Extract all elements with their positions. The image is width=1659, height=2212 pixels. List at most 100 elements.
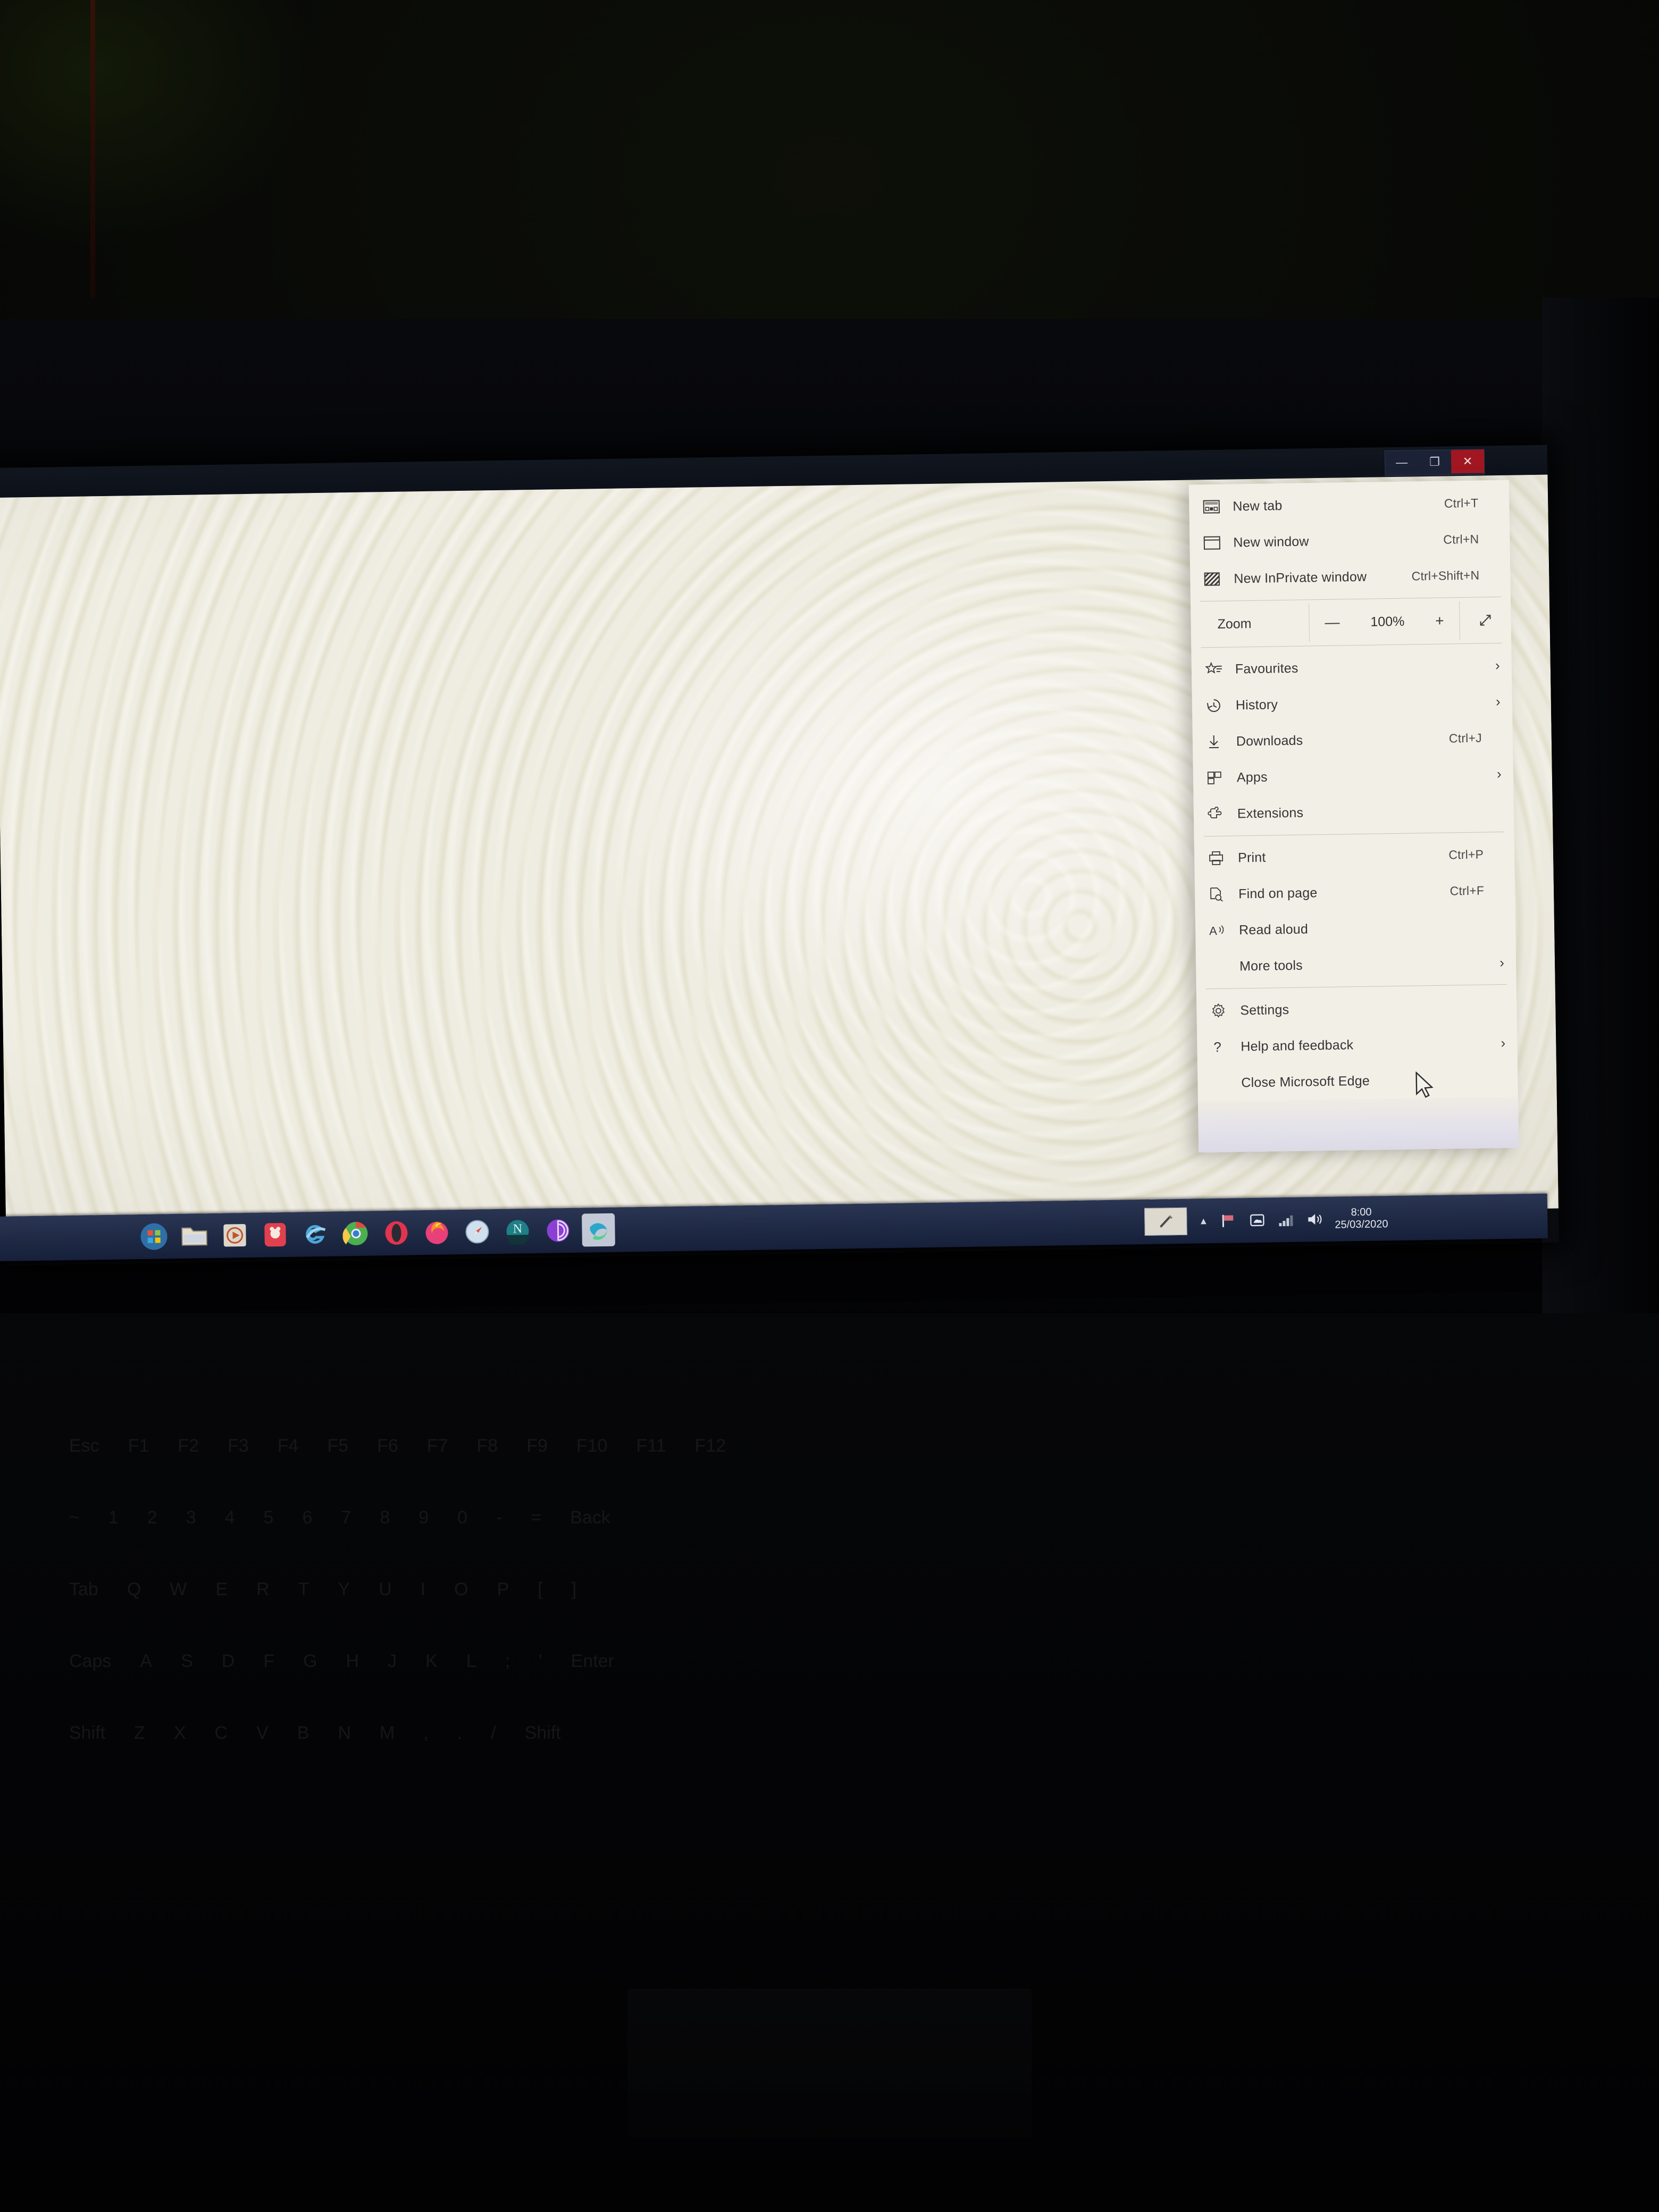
menu-item-downloads[interactable]: Downloads Ctrl+J xyxy=(1192,719,1513,760)
key[interactable]: 4 xyxy=(225,1507,235,1528)
key[interactable]: Z xyxy=(134,1723,145,1744)
menu-item-print[interactable]: Print Ctrl+P xyxy=(1194,836,1515,877)
key[interactable]: Esc xyxy=(69,1436,99,1456)
key[interactable]: T xyxy=(298,1579,309,1600)
key[interactable]: V xyxy=(256,1723,269,1744)
menu-item-history[interactable]: History › xyxy=(1192,683,1512,724)
key[interactable]: 9 xyxy=(418,1507,429,1528)
key[interactable]: H xyxy=(346,1651,359,1672)
key[interactable]: Caps xyxy=(69,1651,111,1672)
key[interactable]: Q xyxy=(127,1579,141,1600)
key[interactable]: F1 xyxy=(128,1436,149,1456)
key[interactable]: M xyxy=(380,1723,395,1744)
key[interactable]: F4 xyxy=(278,1436,299,1456)
key[interactable]: ~ xyxy=(69,1507,80,1528)
key[interactable]: S xyxy=(181,1651,193,1672)
taskbar-item-microsoft-edge[interactable] xyxy=(582,1213,615,1247)
key[interactable]: O xyxy=(454,1579,468,1600)
key[interactable]: ' xyxy=(539,1651,542,1672)
key[interactable]: 5 xyxy=(264,1507,274,1528)
key[interactable]: 0 xyxy=(457,1507,467,1528)
taskbar-item-chrome[interactable] xyxy=(339,1217,373,1250)
key[interactable]: / xyxy=(491,1723,496,1744)
maximize-button[interactable]: ❐ xyxy=(1418,450,1452,474)
menu-item-close-microsoft-edge[interactable]: Close Microsoft Edge xyxy=(1197,1061,1518,1102)
taskbar-item-firefox[interactable] xyxy=(420,1216,454,1249)
key[interactable]: K xyxy=(425,1651,438,1672)
key[interactable]: P xyxy=(497,1579,509,1600)
taskbar-item-internet-explorer[interactable] xyxy=(299,1218,332,1251)
key[interactable]: ] xyxy=(572,1579,576,1600)
key[interactable]: F7 xyxy=(427,1436,448,1456)
key[interactable]: Shift xyxy=(69,1723,105,1744)
taskbar-clock[interactable]: 8:00 25/03/2020 xyxy=(1335,1206,1388,1231)
key[interactable]: 2 xyxy=(147,1507,157,1528)
key[interactable]: Shift xyxy=(525,1723,561,1744)
key[interactable]: U xyxy=(379,1579,392,1600)
key[interactable]: = xyxy=(531,1507,541,1528)
key[interactable]: F8 xyxy=(477,1436,498,1456)
taskbar-item-netscape[interactable]: N xyxy=(501,1214,534,1248)
key[interactable]: Back xyxy=(570,1507,610,1528)
key[interactable]: N xyxy=(338,1723,351,1744)
key[interactable]: J xyxy=(388,1651,397,1672)
trackpad[interactable] xyxy=(627,1989,1032,2138)
menu-item-new-tab[interactable]: New tab Ctrl+T xyxy=(1189,484,1510,525)
fullscreen-button[interactable] xyxy=(1459,600,1512,640)
key[interactable]: F2 xyxy=(178,1436,199,1456)
show-hidden-icons-button[interactable]: ▲ xyxy=(1199,1216,1208,1227)
key[interactable]: 3 xyxy=(186,1507,196,1528)
onedrive-icon[interactable] xyxy=(1249,1212,1266,1228)
key[interactable]: F12 xyxy=(695,1436,726,1456)
menu-item-new-window[interactable]: New window Ctrl+N xyxy=(1189,521,1510,562)
taskbar-item-opera[interactable] xyxy=(380,1216,413,1250)
key[interactable]: Y xyxy=(338,1579,350,1600)
menu-item-extensions[interactable]: Extensions xyxy=(1193,792,1514,833)
key[interactable]: , xyxy=(423,1723,428,1744)
taskbar-item-safari[interactable] xyxy=(460,1215,494,1249)
menu-item-new-inprivate-window[interactable]: New InPrivate window Ctrl+Shift+N xyxy=(1190,557,1511,598)
key[interactable]: I xyxy=(421,1579,425,1600)
ink-workspace-button[interactable] xyxy=(1144,1207,1187,1236)
key[interactable]: D xyxy=(222,1651,235,1672)
zoom-in-button[interactable]: + xyxy=(1435,613,1444,630)
zoom-out-button[interactable]: — xyxy=(1325,614,1339,631)
key[interactable]: B xyxy=(297,1723,309,1744)
network-bars-icon[interactable] xyxy=(1277,1212,1294,1227)
key[interactable]: F3 xyxy=(228,1436,249,1456)
menu-item-help-and-feedback[interactable]: ? Help and feedback › xyxy=(1197,1025,1518,1066)
key[interactable]: E xyxy=(215,1579,228,1600)
key[interactable]: Tab xyxy=(69,1579,98,1600)
key[interactable]: X xyxy=(174,1723,186,1744)
key[interactable]: - xyxy=(496,1507,502,1528)
key[interactable]: 6 xyxy=(302,1507,312,1528)
key[interactable]: 8 xyxy=(380,1507,390,1528)
key[interactable]: F xyxy=(263,1651,274,1672)
key[interactable]: G xyxy=(303,1651,317,1672)
key[interactable]: . xyxy=(457,1723,462,1744)
taskbar-item-windows-start[interactable] xyxy=(137,1220,171,1253)
taskbar-item-tor-browser[interactable] xyxy=(541,1214,575,1247)
key[interactable]: A xyxy=(140,1651,152,1672)
key[interactable]: 7 xyxy=(341,1507,351,1528)
flag-icon[interactable] xyxy=(1220,1212,1237,1228)
key[interactable]: F10 xyxy=(576,1436,608,1456)
key[interactable]: R xyxy=(256,1579,270,1600)
key[interactable]: 1 xyxy=(108,1507,119,1528)
key[interactable]: F11 xyxy=(636,1436,666,1456)
key[interactable]: [ xyxy=(538,1579,542,1600)
menu-item-find-on-page[interactable]: Find on page Ctrl+F xyxy=(1195,872,1515,913)
key[interactable]: C xyxy=(215,1723,228,1744)
key[interactable]: L xyxy=(466,1651,476,1672)
key[interactable]: F5 xyxy=(327,1436,348,1456)
minimize-button[interactable]: — xyxy=(1385,450,1419,474)
key[interactable]: F6 xyxy=(377,1436,398,1456)
menu-item-settings[interactable]: Settings xyxy=(1196,988,1517,1029)
menu-item-read-aloud[interactable]: A Read aloud xyxy=(1195,908,1516,949)
menu-item-favourites[interactable]: Favourites › xyxy=(1191,647,1512,688)
volume-icon[interactable] xyxy=(1306,1212,1323,1227)
menu-item-apps[interactable]: Apps › xyxy=(1193,756,1513,797)
taskbar-item-media-player[interactable] xyxy=(218,1219,252,1252)
key[interactable]: Enter xyxy=(571,1651,614,1672)
taskbar-item-gnome-web[interactable] xyxy=(258,1218,292,1252)
